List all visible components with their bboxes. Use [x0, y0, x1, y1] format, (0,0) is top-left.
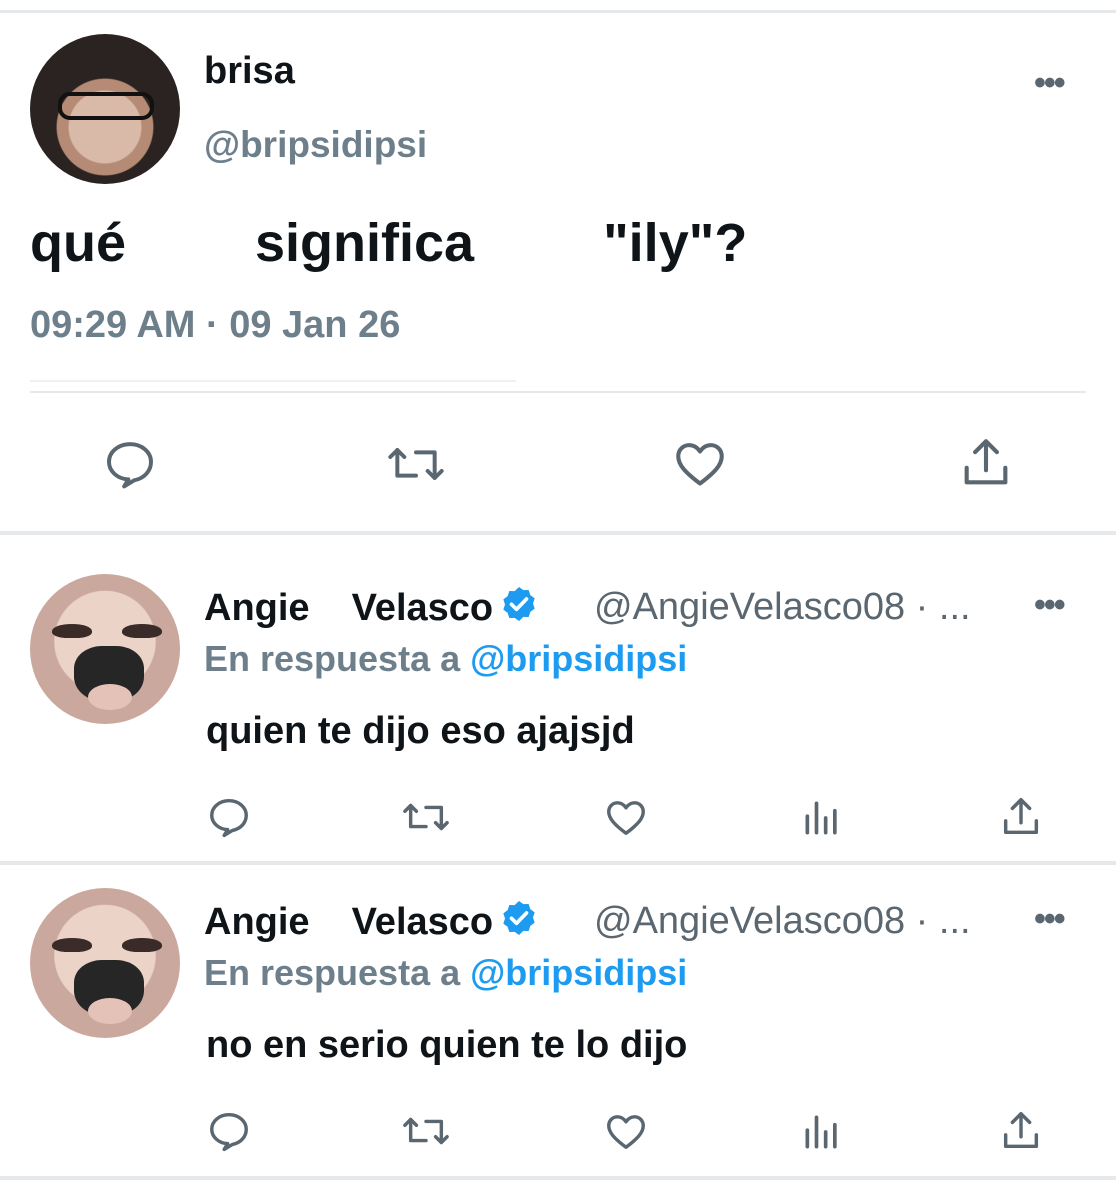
- author-avatar[interactable]: [30, 34, 180, 184]
- tweet-divider: [30, 391, 1086, 393]
- reply-icon[interactable]: [206, 794, 252, 840]
- reply-last-name: Velasco: [351, 587, 494, 629]
- reply-to-mention[interactable]: @bripsidipsi: [470, 952, 687, 993]
- reply-to-prefix: En respuesta a: [204, 952, 471, 993]
- retweet-icon[interactable]: [398, 794, 454, 840]
- tweet-timestamp[interactable]: 09:29 AM · 09 Jan 26: [30, 304, 400, 347]
- like-icon[interactable]: [670, 434, 730, 492]
- reply-icon[interactable]: [206, 1108, 252, 1154]
- share-icon[interactable]: [956, 434, 1016, 492]
- reply-first-name: Angie: [204, 901, 310, 943]
- share-icon[interactable]: [998, 1108, 1044, 1154]
- avatar-nose: [88, 684, 132, 710]
- reply-avatar[interactable]: [30, 574, 180, 724]
- top-divider: [0, 10, 1116, 13]
- retweet-icon[interactable]: [383, 436, 449, 492]
- reply-first-name: Angie: [204, 587, 310, 629]
- like-icon[interactable]: [602, 1108, 650, 1154]
- reply-text: quien te dijo eso ajajsjd: [206, 710, 635, 752]
- avatar-eye: [52, 938, 92, 952]
- section-divider: [0, 1176, 1116, 1180]
- reply-author-name[interactable]: Angie Velasco: [204, 898, 539, 944]
- reply-text: no en serio quien te lo dijo: [206, 1024, 688, 1066]
- more-options-icon[interactable]: •••: [1034, 64, 1066, 103]
- avatar-eye: [122, 938, 162, 952]
- author-name[interactable]: brisa: [204, 50, 295, 93]
- reply-to-prefix: En respuesta a: [204, 638, 471, 679]
- verified-badge-icon: [499, 584, 539, 624]
- author-handle[interactable]: @bripsidipsi: [204, 124, 427, 166]
- reply-avatar[interactable]: [30, 888, 180, 1038]
- section-divider: [0, 531, 1116, 535]
- avatar-eye: [52, 624, 92, 638]
- reply-last-name: Velasco: [351, 901, 494, 943]
- avatar-nose: [88, 998, 132, 1024]
- tweet-text: qué significa "ily"?: [30, 213, 748, 273]
- reply-handle[interactable]: @AngieVelasco08 · ...: [594, 900, 971, 943]
- avatar-glasses: [58, 92, 154, 120]
- reply-to-line: En respuesta a @bripsidipsi: [204, 638, 687, 680]
- faint-divider: [30, 380, 516, 382]
- more-options-icon[interactable]: •••: [1034, 900, 1066, 939]
- reply-handle[interactable]: @AngieVelasco08 · ...: [594, 586, 971, 629]
- share-icon[interactable]: [998, 794, 1044, 840]
- like-icon[interactable]: [602, 794, 650, 840]
- avatar-eye: [122, 624, 162, 638]
- more-options-icon[interactable]: •••: [1034, 586, 1066, 625]
- section-divider: [0, 861, 1116, 865]
- verified-badge-icon: [499, 898, 539, 938]
- reply-to-line: En respuesta a @bripsidipsi: [204, 952, 687, 994]
- reply-author-name[interactable]: Angie Velasco: [204, 584, 539, 630]
- retweet-icon[interactable]: [398, 1108, 454, 1154]
- analytics-icon[interactable]: [800, 1110, 844, 1154]
- analytics-icon[interactable]: [800, 796, 844, 840]
- reply-icon[interactable]: [102, 436, 158, 492]
- reply-to-mention[interactable]: @bripsidipsi: [470, 638, 687, 679]
